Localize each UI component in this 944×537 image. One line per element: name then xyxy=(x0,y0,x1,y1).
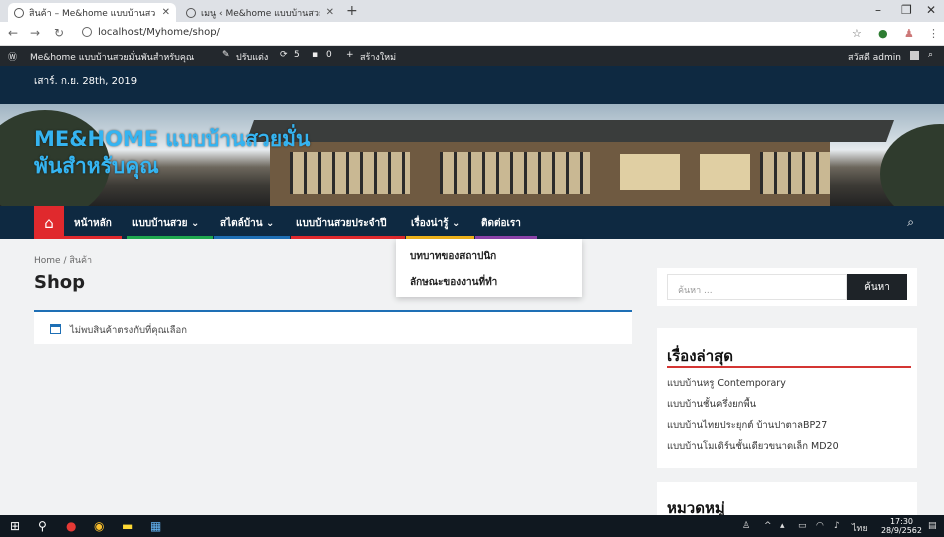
categories-widget: หมวดหมู่ xyxy=(657,482,917,515)
admin-site-name[interactable]: Me&home แบบบ้านสวยมั่นพันสำหรับคุณ xyxy=(30,50,194,64)
comments-icon: ▪ xyxy=(312,50,319,60)
tree-decoration xyxy=(880,124,944,206)
system-clock[interactable]: 17:30 28/9/2562 xyxy=(881,517,922,535)
search-icon[interactable]: ⌕ xyxy=(907,215,914,230)
main-nav: ⌂ หน้าหลัก แบบบ้านสวย ⌄ สไตล์บ้าน ⌄ แบบบ… xyxy=(0,206,944,239)
minimize-icon[interactable]: – xyxy=(875,3,881,17)
admin-greeting[interactable]: สวัสดี admin xyxy=(848,50,901,64)
search-widget: ค้นหา ... ค้นหา xyxy=(657,268,917,306)
admin-comments-count[interactable]: 0 xyxy=(326,50,332,60)
close-icon[interactable]: ✕ xyxy=(326,7,334,18)
breadcrumb[interactable]: Home / สินค้า xyxy=(34,253,92,267)
search-icon[interactable]: ⚲ xyxy=(38,519,47,533)
tab-title: สินค้า – Me&home แบบบ้านสวยมั่น xyxy=(29,8,156,19)
search-input[interactable]: ค้นหา ... xyxy=(667,274,847,300)
nav-item-home[interactable]: หน้าหลัก xyxy=(74,216,112,231)
customize-icon: ✎ xyxy=(222,50,230,60)
admin-new[interactable]: สร้างใหม่ xyxy=(360,50,396,64)
address-bar: ← → ↻ localhost/Myhome/shop/ ☆ ● ♟ ⋮ xyxy=(0,22,944,46)
clock-time: 17:30 xyxy=(889,517,914,526)
chrome-icon[interactable]: ◉ xyxy=(94,519,104,533)
notification-icon[interactable]: ▤ xyxy=(928,521,937,531)
house-windows xyxy=(440,152,590,194)
file-explorer-icon[interactable]: ▬ xyxy=(122,519,133,533)
forward-icon[interactable]: → xyxy=(30,26,40,40)
recent-post-link[interactable]: แบบบ้านโมเดิร์นชั้นเดียวขนาดเล็ก MD20 xyxy=(667,439,839,454)
nav-item-house-styles[interactable]: สไตล์บ้าน ⌄ xyxy=(220,216,274,231)
page-title: Shop xyxy=(34,272,86,293)
admin-updates-count[interactable]: 5 xyxy=(294,50,300,60)
recent-post-link[interactable]: แบบบ้านไทยประยุกต์ บ้านปาตาลBP27 xyxy=(667,418,827,433)
extension-icon[interactable]: ● xyxy=(878,27,888,40)
recent-posts-widget: เรื่องล่าสุด แบบบ้านหรู Contemporary แบบ… xyxy=(657,328,917,468)
new-tab-button[interactable]: + xyxy=(346,3,358,19)
dropdown-item-architect-role[interactable]: บทบาทของสถาปนิก xyxy=(410,249,496,264)
wordpress-logo-icon[interactable]: Ⓦ xyxy=(8,50,17,63)
close-icon[interactable]: ✕ xyxy=(162,7,170,18)
recent-post-link[interactable]: แบบบ้านชั้นครึ่งยกพื้น xyxy=(667,397,756,412)
categories-title: หมวดหมู่ xyxy=(667,499,725,515)
menu-dots-icon[interactable]: ⋮ xyxy=(928,27,939,40)
header-banner-image: ME&HOME แบบบ้านสวยมั่นพันสำหรับคุณ xyxy=(0,104,944,206)
title-underline xyxy=(667,366,911,368)
house-windows xyxy=(760,152,830,194)
wp-admin-bar: Ⓦ Me&home แบบบ้านสวยมั่นพันสำหรับคุณ ✎ ป… xyxy=(0,46,944,66)
url-field[interactable]: localhost/Myhome/shop/ xyxy=(82,27,220,38)
nav-underline xyxy=(64,236,122,239)
browser-tab-menu[interactable]: เมนู ‹ Me&home แบบบ้านสวยมั่นพั ✕ xyxy=(180,3,340,22)
clock-date: 28/9/2562 xyxy=(880,526,922,535)
nav-item-contact[interactable]: ติดต่อเรา xyxy=(481,216,521,231)
browser-tab-strip: สินค้า – Me&home แบบบ้านสวยมั่น ✕ เมนู ‹… xyxy=(0,0,944,22)
site-title[interactable]: ME&HOME แบบบ้านสวยมั่นพันสำหรับคุณ xyxy=(34,126,334,180)
site-favicon-icon xyxy=(186,7,196,18)
avatar[interactable] xyxy=(910,51,919,60)
windows-start-icon[interactable]: ⊞ xyxy=(10,519,20,533)
notice-text: ไม่พบสินค้าตรงกับที่คุณเลือก xyxy=(70,325,187,336)
info-icon[interactable] xyxy=(82,27,92,37)
close-window-icon[interactable]: ✕ xyxy=(926,3,936,17)
updates-icon: ⟳ xyxy=(280,50,288,60)
no-products-notice: ไม่พบสินค้าตรงกับที่คุณเลือก xyxy=(34,310,632,344)
header-date: เสาร์. ก.ย. 28th, 2019 xyxy=(34,76,138,87)
reload-icon[interactable]: ↻ xyxy=(54,26,64,40)
nav-underline xyxy=(214,236,290,239)
house-window-light xyxy=(620,154,680,190)
volume-icon[interactable]: ♪ xyxy=(834,521,840,531)
house-window-light xyxy=(700,154,750,190)
app-icon[interactable]: ● xyxy=(66,519,76,533)
top-header: เสาร์. ก.ย. 28th, 2019 xyxy=(0,66,944,104)
dropdown-item-work-characteristics[interactable]: ลักษณะของงานที่ทำ xyxy=(410,275,497,290)
admin-customize[interactable]: ปรับแต่ง xyxy=(236,50,268,64)
search-button[interactable]: ค้นหา xyxy=(847,274,907,300)
maximize-icon[interactable]: ❐ xyxy=(901,3,912,17)
back-icon[interactable]: ← xyxy=(8,26,18,40)
nav-underline xyxy=(291,236,405,239)
tab-title: เมนู ‹ Me&home แบบบ้านสวยมั่นพั xyxy=(201,8,320,19)
nav-underline xyxy=(127,236,213,239)
house-roof xyxy=(245,120,895,142)
nav-dropdown-menu: บทบาทของสถาปนิก ลักษณะของงานที่ทำ xyxy=(396,239,582,297)
recent-posts-title: เรื่องล่าสุด xyxy=(667,347,734,365)
profile-icon[interactable]: ♟ xyxy=(904,27,914,40)
bookmark-star-icon[interactable]: ☆ xyxy=(852,27,862,40)
network-icon[interactable]: ▴ xyxy=(780,521,785,531)
people-icon[interactable]: ♙ xyxy=(742,521,750,531)
add-new-icon: + xyxy=(346,50,354,60)
windows-taskbar: ⊞ ⚲ ● ◉ ▬ ▦ ♙ ^ ▴ ▭ ◠ ♪ ไทย 17:30 28/9/2… xyxy=(0,515,944,537)
calendar-icon xyxy=(50,324,61,334)
wifi-icon[interactable]: ◠ xyxy=(816,521,824,531)
language-indicator[interactable]: ไทย xyxy=(852,521,868,535)
nav-item-knowledge[interactable]: เรื่องน่ารู้ ⌄ xyxy=(411,216,460,231)
nav-item-house-of-year[interactable]: แบบบ้านสวยประจำปี xyxy=(296,216,386,231)
search-icon[interactable]: ⌕ xyxy=(928,50,933,60)
battery-icon[interactable]: ▭ xyxy=(798,521,807,531)
nav-item-beautiful-houses[interactable]: แบบบ้านสวย ⌄ xyxy=(132,216,199,231)
tray-chevron-icon[interactable]: ^ xyxy=(764,521,772,531)
browser-tab-shop[interactable]: สินค้า – Me&home แบบบ้านสวยมั่น ✕ xyxy=(8,3,176,22)
home-icon[interactable]: ⌂ xyxy=(34,206,64,239)
site-favicon-icon xyxy=(14,7,24,18)
word-icon[interactable]: ▦ xyxy=(150,519,161,533)
recent-post-link[interactable]: แบบบ้านหรู Contemporary xyxy=(667,376,786,391)
